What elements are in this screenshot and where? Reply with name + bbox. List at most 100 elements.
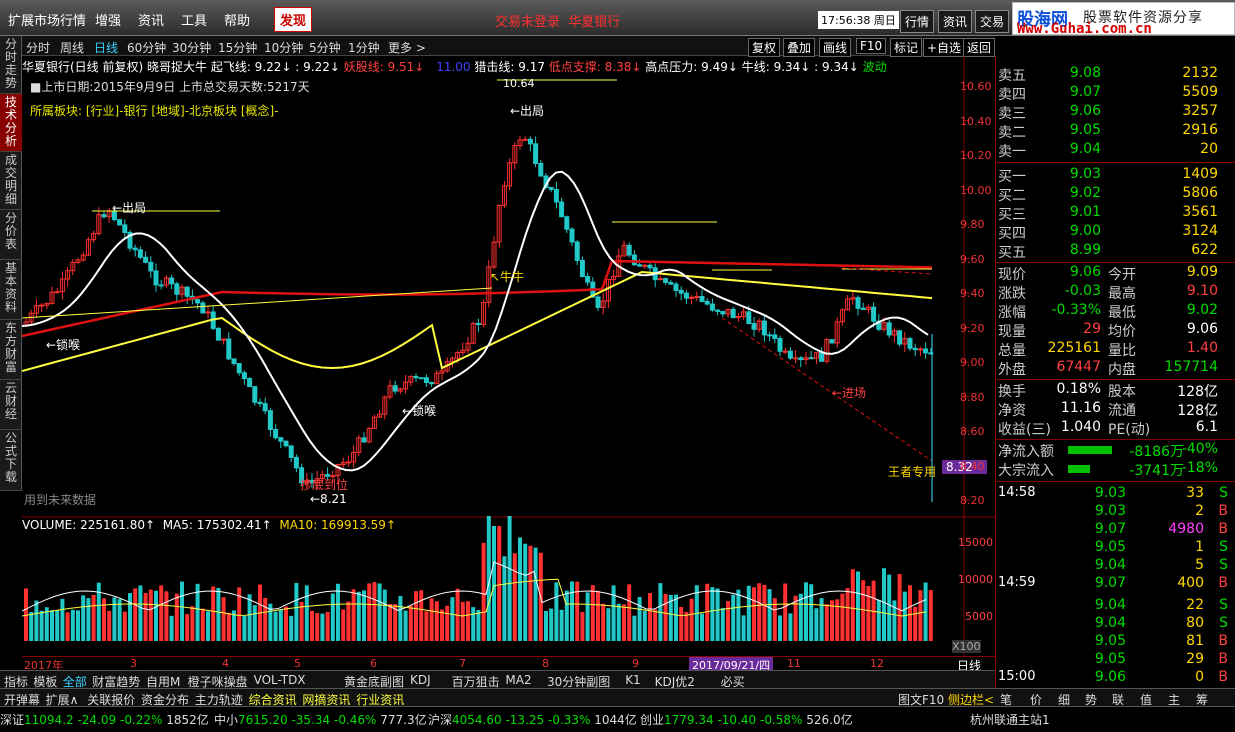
menu-enhance[interactable]: 增强 bbox=[95, 10, 121, 29]
volume-bar bbox=[731, 594, 736, 641]
period-week[interactable]: 周线 bbox=[60, 39, 84, 56]
period-5m[interactable]: 5分钟 bbox=[309, 39, 341, 56]
bid-row[interactable]: 买四 9.00 3124 bbox=[996, 222, 1235, 242]
f10-button[interactable]: F10 bbox=[856, 38, 887, 54]
volume-bar bbox=[778, 615, 782, 641]
volume-bar bbox=[434, 601, 439, 641]
volume-bar bbox=[91, 594, 96, 641]
index-item[interactable]: 沪深4054.60 -13.25 -0.33% 1044亿 bbox=[428, 711, 637, 728]
candle-body bbox=[808, 357, 814, 360]
login-status[interactable]: 交易未登录 华夏银行 bbox=[495, 11, 620, 30]
annotation-low: ←8.21 bbox=[310, 492, 347, 506]
candle-body bbox=[709, 303, 715, 311]
kline-chart[interactable] bbox=[22, 56, 995, 516]
period-10m[interactable]: 10分钟 bbox=[264, 39, 303, 56]
volume-bar bbox=[767, 589, 772, 641]
candle-body bbox=[174, 283, 180, 295]
candle-body bbox=[226, 338, 232, 360]
volume-bar bbox=[845, 588, 850, 641]
bid-row[interactable]: 买五 8.99 622 bbox=[996, 241, 1235, 261]
candle-body bbox=[267, 410, 273, 430]
index-item[interactable]: 中小7615.20 -35.34 -0.46% 777.3亿 bbox=[214, 711, 427, 728]
menu-help[interactable]: 帮助 bbox=[224, 10, 250, 29]
tab-yuncaijing[interactable]: 云财经 bbox=[0, 380, 22, 430]
volume-bar bbox=[902, 591, 907, 641]
tab-formula-download[interactable]: 公式下载 bbox=[0, 430, 22, 491]
quote-button[interactable]: 行情 bbox=[900, 10, 935, 33]
volume-bar bbox=[76, 610, 80, 641]
clock: 17:56:38 周日 bbox=[818, 11, 899, 29]
volume-bar bbox=[850, 569, 855, 641]
bid-row[interactable]: 买三 9.01 3561 bbox=[996, 203, 1235, 223]
indicator-tab[interactable]: VOL-TDX bbox=[254, 673, 306, 687]
tab-price-table[interactable]: 分价表 bbox=[0, 210, 22, 260]
back-button[interactable]: 返回 bbox=[963, 38, 996, 57]
menu-discover[interactable]: 发现 bbox=[274, 7, 313, 32]
period-intraday[interactable]: 分时 bbox=[26, 39, 50, 56]
volume-bar bbox=[783, 583, 788, 641]
candle-body bbox=[288, 445, 294, 458]
index-item[interactable]: 创业1779.34 -10.40 -0.58% 526.0亿 bbox=[640, 711, 853, 728]
volume-chart[interactable] bbox=[22, 516, 995, 656]
tab-intraday[interactable]: 分时走势 bbox=[0, 36, 22, 94]
ask-row[interactable]: 卖四 9.07 5509 bbox=[996, 83, 1235, 103]
add-watchlist-button[interactable]: +自选 bbox=[923, 38, 966, 57]
volume-bar bbox=[627, 584, 632, 641]
ask-row[interactable]: 卖五 9.08 2132 bbox=[996, 64, 1235, 84]
period-60m[interactable]: 60分钟 bbox=[127, 39, 166, 56]
volume-bar bbox=[403, 610, 408, 641]
volume-bar bbox=[372, 582, 377, 641]
ask-row[interactable]: 卖二 9.05 2916 bbox=[996, 121, 1235, 141]
volume-bar bbox=[481, 542, 486, 641]
period-30m[interactable]: 30分钟 bbox=[172, 39, 211, 56]
volume-bar bbox=[632, 615, 637, 641]
ask-row[interactable]: 卖三 9.06 3257 bbox=[996, 102, 1235, 122]
bid-row[interactable]: 买一 9.03 1409 bbox=[996, 165, 1235, 185]
mark-button[interactable]: 标记 bbox=[890, 38, 923, 57]
candle-body bbox=[819, 352, 825, 362]
indicator-tab[interactable]: MA2 bbox=[505, 673, 531, 687]
info-button[interactable]: 资讯 bbox=[938, 10, 973, 33]
candle-body bbox=[746, 311, 752, 325]
candle-body bbox=[345, 461, 351, 464]
volume-bar bbox=[648, 593, 652, 641]
indicator-tab[interactable]: KDJ bbox=[410, 673, 431, 687]
volume-bar bbox=[60, 598, 65, 641]
candle-body bbox=[767, 334, 773, 337]
volume-bar bbox=[190, 606, 195, 641]
draw-button[interactable]: 画线 bbox=[819, 38, 852, 57]
menu-tools[interactable]: 工具 bbox=[181, 10, 207, 29]
tab-trades[interactable]: 成交明细 bbox=[0, 152, 22, 210]
volume-bar bbox=[601, 603, 606, 641]
volume-bar bbox=[762, 584, 767, 641]
adjust-button[interactable]: 复权 bbox=[748, 38, 781, 57]
period-day[interactable]: 日线 bbox=[94, 39, 118, 56]
candle-body bbox=[54, 291, 60, 294]
volume-bar bbox=[154, 590, 158, 641]
y-tick: 8.60 bbox=[960, 425, 985, 438]
volume-bar bbox=[580, 611, 585, 641]
ask-row[interactable]: 卖一 9.04 20 bbox=[996, 140, 1235, 160]
candle-body bbox=[704, 300, 710, 305]
period-15m[interactable]: 15分钟 bbox=[218, 39, 257, 56]
volume-bar bbox=[81, 595, 86, 641]
tab-eastmoney[interactable]: 东方财富 bbox=[0, 320, 22, 380]
index-item[interactable]: 深证11094.2 -24.09 -0.22% 1852亿 bbox=[0, 711, 209, 728]
bid-row[interactable]: 买二 9.02 5806 bbox=[996, 184, 1235, 204]
overlay-button[interactable]: 叠加 bbox=[783, 38, 816, 57]
candle-body bbox=[231, 358, 237, 365]
tab-profile[interactable]: 基本资料 bbox=[0, 260, 22, 320]
y-tick: 10.20 bbox=[960, 149, 992, 162]
indicator-tab[interactable]: K1 bbox=[625, 673, 641, 687]
volume-bar bbox=[320, 613, 325, 641]
volume-bar bbox=[96, 582, 101, 641]
menu-extended-market[interactable]: 扩展市场行情 bbox=[8, 10, 86, 29]
volume-bar bbox=[221, 597, 226, 641]
volume-bar bbox=[700, 613, 704, 641]
candle-body bbox=[559, 201, 565, 218]
trade-button[interactable]: 交易 bbox=[975, 10, 1010, 33]
tab-technical[interactable]: 技术分析 bbox=[0, 94, 22, 152]
period-1m[interactable]: 1分钟 bbox=[348, 39, 380, 56]
menu-news[interactable]: 资讯 bbox=[138, 10, 164, 29]
period-more[interactable]: 更多 > bbox=[388, 39, 426, 56]
